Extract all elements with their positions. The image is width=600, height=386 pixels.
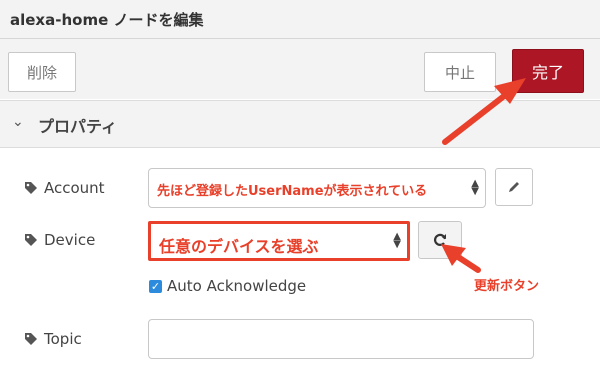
cancel-button[interactable]: 中止 — [424, 52, 496, 92]
dialog-titlebar: alexa-home ノードを編集 — [0, 0, 600, 39]
device-select-value: 任意のデバイスを選ぶ — [159, 237, 319, 256]
device-select[interactable]: 任意のデバイスを選ぶ ▲ ▼ — [148, 221, 410, 261]
topic-label-row: Topic — [24, 330, 82, 348]
device-label-row: Device — [24, 231, 95, 249]
section-label: プロパティ — [38, 117, 118, 136]
done-button[interactable]: 完了 — [512, 49, 584, 93]
auto-acknowledge-checkbox[interactable]: ✓ — [149, 280, 162, 293]
delete-button[interactable]: 削除 — [8, 52, 76, 92]
chevron-down-icon: ⌄ — [12, 114, 24, 130]
account-select-value: 先ほど登録したUserNameが表示されている — [157, 184, 428, 199]
account-label: Account — [44, 179, 105, 197]
tag-icon — [25, 182, 37, 194]
properties-section-header[interactable]: ⌄ プロパティ — [0, 100, 600, 148]
edit-account-button[interactable] — [495, 168, 533, 206]
dialog-title: alexa-home ノードを編集 — [10, 11, 204, 29]
account-label-row: Account — [24, 179, 105, 197]
select-arrows-icon: ▲ ▼ — [393, 231, 401, 250]
topic-label: Topic — [44, 330, 82, 348]
topic-input[interactable] — [148, 319, 534, 359]
refresh-annotation-text: 更新ボタン — [474, 279, 540, 294]
auto-acknowledge-label: Auto Acknowledge — [167, 277, 307, 295]
refresh-icon — [433, 233, 447, 246]
dialog-toolbar — [0, 39, 600, 99]
tag-icon — [25, 333, 37, 345]
select-arrows-icon: ▲ ▼ — [471, 178, 479, 197]
pencil-icon — [509, 182, 519, 192]
account-select[interactable]: 先ほど登録したUserNameが表示されている ▲ ▼ — [148, 168, 486, 208]
device-label: Device — [44, 231, 96, 249]
refresh-button[interactable] — [418, 221, 462, 259]
tag-icon — [25, 234, 37, 246]
checkmark-icon: ✓ — [150, 280, 161, 293]
